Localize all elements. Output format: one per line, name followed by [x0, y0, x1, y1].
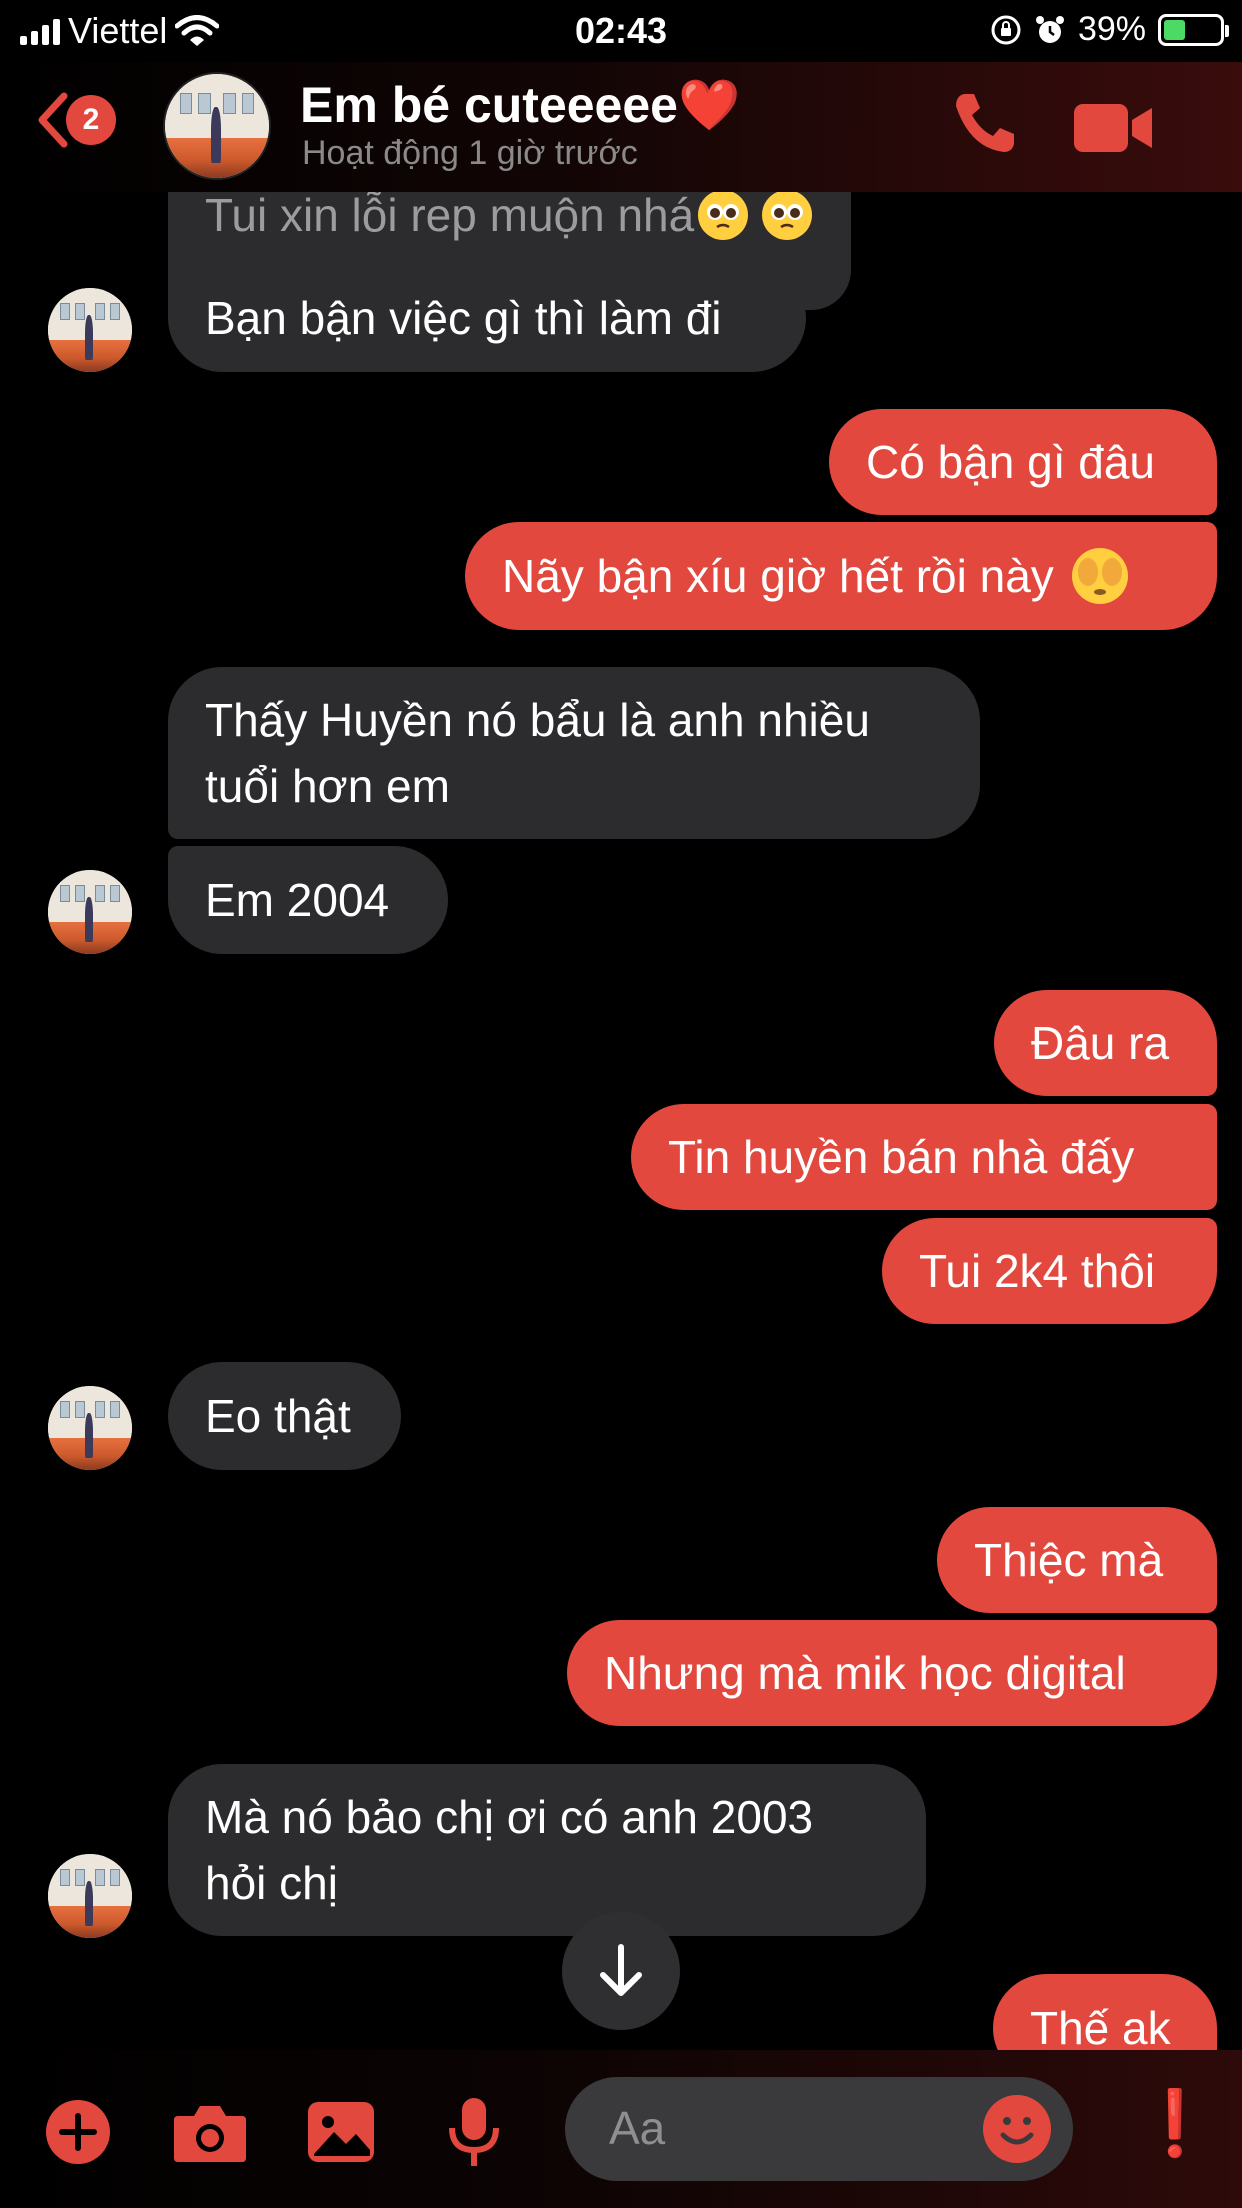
- message-text-line-2: hỏi chị: [205, 1857, 338, 1909]
- video-camera-icon[interactable]: [1072, 102, 1156, 154]
- camera-icon[interactable]: [172, 2102, 248, 2164]
- heart-emoji: ❤️: [677, 77, 741, 133]
- message-composer: Aa ❗: [0, 2050, 1242, 2208]
- chat-header: 2 Em bé cuteeeee❤️ Hoạt động 1 giờ trước: [0, 62, 1242, 192]
- battery-level: [1164, 19, 1186, 40]
- alarm-icon: [1035, 15, 1064, 43]
- scroll-to-bottom-button[interactable]: [562, 1912, 680, 2030]
- smiley-icon[interactable]: [983, 2095, 1051, 2163]
- arrow-down-icon: [600, 1944, 642, 1996]
- rotation-lock-icon: [991, 15, 1021, 44]
- active-status: Hoạt động 1 giờ trước: [302, 134, 638, 172]
- unread-badge: 2: [66, 95, 116, 145]
- message-text: Đâu ra: [1031, 1017, 1170, 1069]
- message-input[interactable]: Aa: [565, 2077, 1073, 2181]
- message-incoming[interactable]: Thấy Huyền nó bẩu là anh nhiều tuổi hơn …: [168, 667, 980, 839]
- sender-avatar[interactable]: [48, 1386, 132, 1470]
- status-right: 39%: [990, 10, 1229, 49]
- message-outgoing[interactable]: Tui 2k4 thôi: [882, 1218, 1217, 1324]
- message-text-line-1: Thấy Huyền nó bẩu là anh nhiều: [205, 694, 870, 746]
- phone-icon[interactable]: [950, 88, 1020, 158]
- message-outgoing[interactable]: Có bận gì đâu: [829, 409, 1217, 515]
- see-no-evil-face-emoji: [1071, 548, 1128, 604]
- message-outgoing[interactable]: Thiệc mà: [937, 1507, 1217, 1613]
- message-outgoing[interactable]: Đâu ra: [994, 990, 1217, 1096]
- message-text: Tui 2k4 thôi: [919, 1245, 1156, 1297]
- message-text: Thiệc mà: [974, 1534, 1164, 1586]
- sender-avatar[interactable]: [48, 1854, 132, 1938]
- plus-icon[interactable]: [44, 2098, 112, 2166]
- battery-percent: 39%: [1077, 10, 1146, 48]
- back-button[interactable]: 2: [36, 92, 116, 148]
- back-chevron-icon: [38, 92, 68, 148]
- pleading-face-emoji: [762, 190, 813, 240]
- message-outgoing[interactable]: Nhưng mà mik học digital: [567, 1620, 1217, 1726]
- battery-icon: [1158, 13, 1229, 46]
- message-text: Tin huyền bán nhà đấy: [668, 1131, 1135, 1183]
- sender-avatar[interactable]: [48, 288, 132, 372]
- message-incoming[interactable]: Em 2004: [168, 846, 448, 954]
- message-text-line-2: tuổi hơn em: [205, 760, 450, 812]
- contact-avatar[interactable]: [163, 72, 271, 180]
- contact-name-row[interactable]: Em bé cuteeeee❤️: [300, 76, 740, 135]
- message-incoming[interactable]: Eo thật: [168, 1362, 401, 1470]
- status-bar: Viettel 02:43 39%: [0, 0, 1242, 62]
- message-text: Có bận gì đâu: [866, 436, 1156, 488]
- pleading-face-emoji: [698, 190, 749, 240]
- message-input-placeholder: Aa: [609, 2102, 666, 2154]
- message-text: Bạn bận việc gì thì làm đi: [205, 292, 722, 344]
- message-outgoing[interactable]: Nãy bận xíu giờ hết rồi này: [465, 522, 1217, 630]
- message-text: Nhưng mà mik học digital: [604, 1647, 1126, 1699]
- contact-name: Em bé cuteeeee: [300, 77, 678, 133]
- message-incoming[interactable]: Mà nó bảo chị ơi có anh 2003 hỏi chị: [168, 1764, 926, 1936]
- message-text-line-1: Mà nó bảo chị ơi có anh 2003: [205, 1791, 814, 1843]
- message-text: Eo thật: [205, 1390, 351, 1442]
- message-outgoing[interactable]: Tin huyền bán nhà đấy: [631, 1104, 1217, 1210]
- image-icon[interactable]: [306, 2100, 376, 2164]
- message-incoming[interactable]: Bạn bận việc gì thì làm đi: [168, 264, 806, 372]
- message-text: Nãy bận xíu giờ hết rồi này: [502, 550, 1054, 602]
- message-text: Em 2004: [205, 874, 390, 926]
- sender-avatar[interactable]: [48, 870, 132, 954]
- microphone-icon[interactable]: [446, 2096, 502, 2168]
- heart-exclamation-icon[interactable]: ❗: [1135, 2086, 1215, 2161]
